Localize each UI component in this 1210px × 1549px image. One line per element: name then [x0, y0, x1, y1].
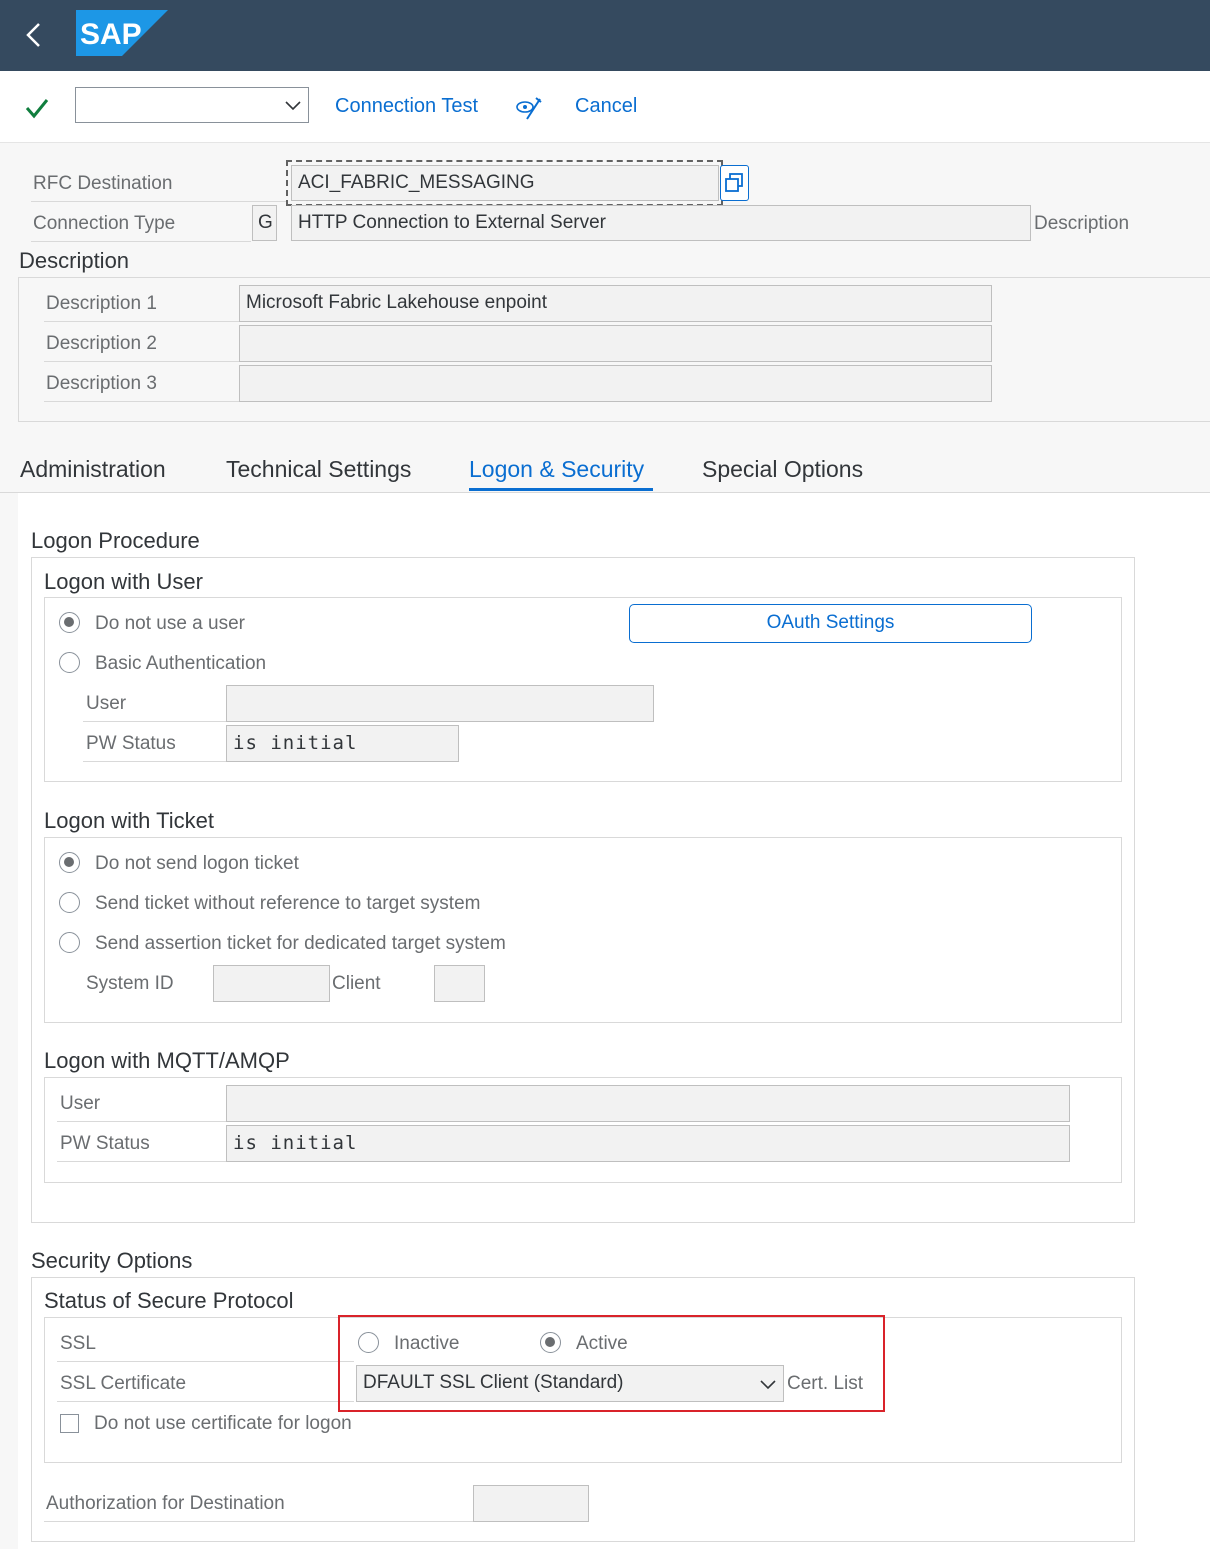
mqtt-pw-status-label: PW Status [60, 1133, 150, 1154]
focus-frame [286, 160, 723, 206]
system-id-field[interactable] [213, 965, 330, 1002]
display-change-button[interactable] [514, 93, 544, 123]
radio-do-not-use-user[interactable] [59, 612, 80, 633]
connection-type-label: Connection Type [33, 213, 176, 234]
sap-logo-text: SAP [80, 18, 142, 51]
toolbar: Connection Test Cancel [0, 71, 1210, 143]
rfc-destination-label: RFC Destination [33, 173, 173, 194]
do-not-use-user-label: Do not use a user [95, 613, 245, 634]
system-id-label: System ID [86, 973, 174, 994]
oauth-settings-button[interactable]: OAuth Settings [629, 604, 1032, 643]
send-ticket-no-reference-label: Send ticket without reference to target … [95, 893, 481, 914]
no-cert-label: Do not use certificate for logon [94, 1413, 352, 1434]
chevron-left-icon [26, 23, 40, 47]
no-cert-checkbox[interactable] [60, 1414, 79, 1433]
tab-logon-security[interactable]: Logon & Security [469, 456, 644, 483]
description-1-field[interactable]: Microsoft Fabric Lakehouse enpoint [239, 285, 992, 322]
user-field[interactable] [226, 685, 654, 722]
send-assertion-ticket-label: Send assertion ticket for dedicated targ… [95, 933, 506, 954]
highlight-box [338, 1315, 885, 1412]
back-button[interactable] [14, 18, 54, 52]
description-3-label: Description 3 [46, 373, 157, 394]
logon-with-ticket-title: Logon with Ticket [44, 808, 214, 833]
connection-type-text: HTTP Connection to External Server [291, 205, 1031, 241]
ssl-certificate-label: SSL Certificate [60, 1373, 187, 1394]
security-options-title: Security Options [31, 1248, 193, 1273]
chevron-down-icon [285, 101, 301, 111]
client-label: Client [332, 973, 381, 994]
mqtt-user-field[interactable] [226, 1085, 1070, 1122]
radio-basic-authentication[interactable] [59, 652, 80, 673]
pw-status-label: PW Status [86, 733, 176, 754]
description-1-label: Description 1 [46, 293, 157, 314]
basic-authentication-label: Basic Authentication [95, 653, 267, 674]
radio-do-not-send-ticket[interactable] [59, 852, 80, 873]
check-icon [25, 99, 49, 119]
authorization-label: Authorization for Destination [46, 1493, 285, 1514]
logon-with-user-title: Logon with User [44, 569, 203, 594]
tab-special-options[interactable]: Special Options [702, 456, 863, 483]
logon-procedure-title: Logon Procedure [31, 528, 200, 553]
tab-technical-settings[interactable]: Technical Settings [226, 456, 411, 483]
cancel-button[interactable]: Cancel [575, 95, 637, 118]
user-label: User [86, 693, 127, 714]
enter-button[interactable] [22, 93, 52, 123]
mqtt-pw-status-field: is initial [226, 1125, 1070, 1162]
sap-logo: SAP [76, 10, 168, 56]
connection-test-button[interactable]: Connection Test [335, 95, 478, 118]
description-3-field[interactable] [239, 365, 992, 402]
secure-protocol-title: Status of Secure Protocol [44, 1288, 294, 1313]
logon-with-mqtt-title: Logon with MQTT/AMQP [44, 1048, 290, 1073]
display-change-icon [516, 97, 542, 120]
description-title: Description [19, 248, 130, 273]
connection-type-description-label: Description [1034, 213, 1130, 234]
client-field[interactable] [434, 965, 485, 1002]
radio-send-ticket-no-reference[interactable] [59, 892, 80, 913]
pw-status-field: is initial [226, 725, 459, 762]
radio-send-assertion-ticket[interactable] [59, 932, 80, 953]
connection-type-code: G [252, 205, 277, 241]
command-field[interactable] [75, 87, 309, 123]
ssl-label: SSL [60, 1333, 96, 1354]
tab-administration[interactable]: Administration [20, 456, 166, 483]
description-2-label: Description 2 [46, 333, 157, 354]
value-help-icon [725, 173, 743, 192]
mqtt-user-label: User [60, 1093, 101, 1114]
tab-selected-indicator [469, 488, 653, 491]
value-help-button[interactable] [720, 165, 749, 201]
description-2-field[interactable] [239, 325, 992, 362]
shell-bar: SAP [0, 0, 1210, 71]
authorization-field[interactable] [473, 1485, 589, 1522]
do-not-send-ticket-label: Do not send logon ticket [95, 853, 299, 874]
